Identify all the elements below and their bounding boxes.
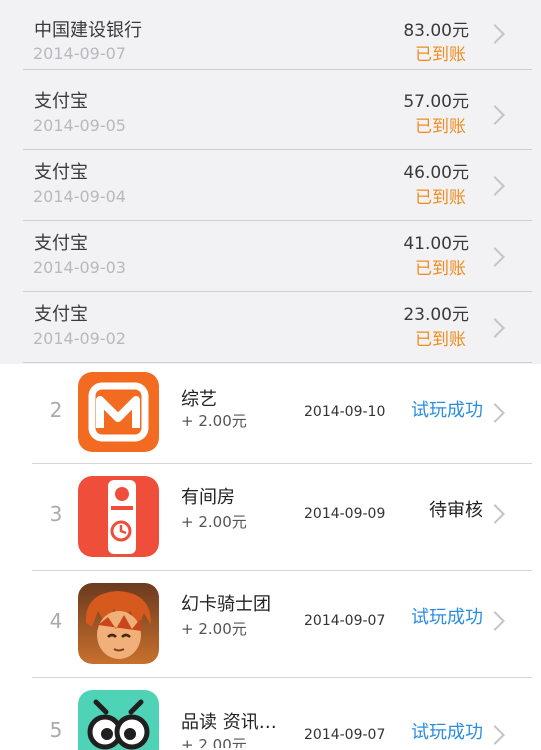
withdrawal-date: 2014-09-03 [33,258,126,277]
withdrawal-row[interactable]: 支付宝 2014-09-03 41.00元 已到账 [0,222,541,292]
task-name: 品读 资讯… [181,712,277,733]
withdrawal-status: 已到账 [415,188,466,208]
withdrawal-status: 已到账 [415,45,466,65]
withdrawal-row[interactable]: 中国建设银行 2014-09-07 83.00元 已到账 [0,0,541,70]
task-date: 2014-09-10 [304,404,386,420]
withdrawal-list: 中国建设银行 2014-09-07 83.00元 已到账 支付宝 2014-09… [0,0,541,364]
chevron-right-icon [485,176,505,196]
task-date: 2014-09-07 [304,613,386,629]
chevron-right-icon [485,504,505,524]
owl-face-icon [78,690,159,750]
withdrawal-status: 已到账 [415,330,466,350]
task-date: 2014-09-07 [304,727,386,743]
withdrawal-date: 2014-09-07 [33,44,126,63]
withdrawal-source: 支付宝 [34,304,88,325]
row-divider [23,149,532,150]
row-divider [23,69,532,70]
chevron-right-icon [485,318,505,338]
withdrawal-row[interactable]: 支付宝 2014-09-05 57.00元 已到账 [0,80,541,150]
withdrawal-row[interactable]: 支付宝 2014-09-02 23.00元 已到账 [0,293,541,363]
withdrawal-row[interactable]: 支付宝 2014-09-04 46.00元 已到账 [0,151,541,221]
task-status: 试玩成功 [411,607,483,628]
chevron-right-icon [485,725,505,745]
withdrawal-date: 2014-09-05 [33,116,126,135]
withdrawal-amount: 23.00元 [403,305,469,325]
task-status: 待审核 [429,500,483,521]
withdrawal-source: 支付宝 [34,91,88,112]
row-divider [23,220,532,221]
withdrawal-source: 支付宝 [34,233,88,254]
chevron-right-icon [485,24,505,44]
mango-tv-icon [78,372,159,452]
withdrawal-source: 中国建设银行 [34,20,142,41]
withdrawal-date: 2014-09-02 [33,329,126,348]
task-date: 2014-09-09 [304,506,386,522]
task-reward: + 2.00元 [181,513,247,531]
withdrawal-amount: 41.00元 [403,234,469,254]
task-rank: 5 [49,718,63,742]
task-row[interactable]: 5 品读 资讯… + 2.00元 2014-09-07 试玩成功 [0,678,541,750]
task-reward: + 2.00元 [181,412,247,430]
task-name: 幻卡骑士团 [181,594,271,615]
task-status: 试玩成功 [411,400,483,421]
chevron-right-icon [485,105,505,125]
task-name: 综艺 [181,389,217,410]
task-rank: 4 [49,609,63,633]
chevron-right-icon [485,611,505,631]
row-divider [23,362,532,363]
withdrawal-status: 已到账 [415,117,466,137]
task-row[interactable]: 4 幻卡骑士团 + 2.00元 2014-09-07 试玩成功 [0,571,541,678]
chevron-right-icon [485,403,505,423]
chevron-right-icon [485,247,505,267]
withdrawal-amount: 46.00元 [403,163,469,183]
task-rank: 2 [49,398,63,422]
knight-character-icon [78,583,159,664]
withdrawal-source: 支付宝 [34,162,88,183]
door-hanger-icon [78,476,159,557]
row-divider [23,291,532,292]
withdrawal-status: 已到账 [415,259,466,279]
withdrawal-amount: 83.00元 [403,21,469,41]
task-row[interactable]: 3 有间房 + 2.00元 2014-09-09 待审核 [0,464,541,571]
withdrawal-amount: 57.00元 [403,92,469,112]
task-rank: 3 [49,502,63,526]
task-reward: + 2.00元 [181,736,247,748]
task-name: 有间房 [181,487,235,508]
task-row[interactable]: 2 综艺 + 2.00元 2014-09-10 试玩成功 [0,364,541,464]
task-status: 试玩成功 [411,722,483,743]
task-reward: + 2.00元 [181,620,247,638]
withdrawal-date: 2014-09-04 [33,187,126,206]
